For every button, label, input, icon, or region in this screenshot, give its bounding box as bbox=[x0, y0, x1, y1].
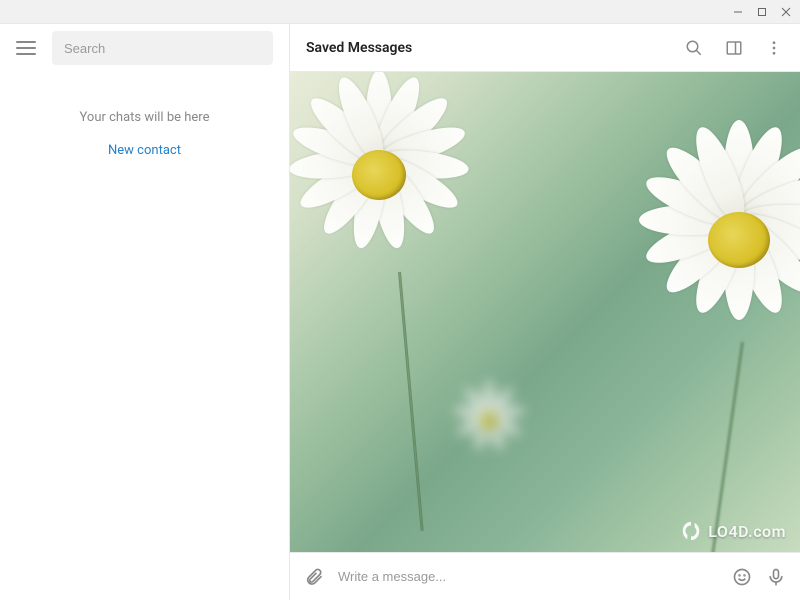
paperclip-icon bbox=[304, 567, 324, 587]
search-box[interactable] bbox=[52, 31, 273, 65]
minimize-button[interactable] bbox=[732, 6, 744, 18]
emoji-button[interactable] bbox=[732, 567, 752, 587]
new-contact-link[interactable]: New contact bbox=[0, 143, 289, 158]
watermark-logo-icon bbox=[680, 520, 702, 542]
search-icon bbox=[685, 39, 703, 57]
background-decoration bbox=[600, 102, 800, 382]
header-search-button[interactable] bbox=[684, 38, 704, 58]
chat-title: Saved Messages bbox=[306, 40, 684, 56]
voice-button[interactable] bbox=[766, 567, 786, 587]
attach-button[interactable] bbox=[304, 567, 324, 587]
chat-header: Saved Messages bbox=[290, 24, 800, 72]
maximize-button[interactable] bbox=[756, 6, 768, 18]
background-decoration bbox=[398, 272, 424, 531]
background-decoration bbox=[440, 372, 540, 472]
maximize-icon bbox=[757, 7, 767, 17]
chat-panel: Saved Messages bbox=[290, 24, 800, 600]
window-titlebar bbox=[0, 0, 800, 24]
more-button[interactable] bbox=[764, 38, 784, 58]
menu-icon bbox=[16, 41, 36, 43]
sidebar-header bbox=[0, 24, 289, 72]
emoji-icon bbox=[732, 567, 752, 587]
microphone-icon bbox=[766, 567, 786, 587]
minimize-icon bbox=[733, 7, 743, 17]
app-container: Your chats will be here New contact Save… bbox=[0, 24, 800, 600]
search-input[interactable] bbox=[64, 41, 261, 56]
menu-button[interactable] bbox=[16, 41, 36, 55]
chat-list-empty: Your chats will be here New contact bbox=[0, 72, 289, 600]
header-actions bbox=[684, 38, 784, 58]
more-vertical-icon bbox=[765, 39, 783, 57]
sidepanel-button[interactable] bbox=[724, 38, 744, 58]
sidepanel-icon bbox=[725, 39, 743, 57]
message-input[interactable] bbox=[338, 569, 718, 584]
empty-chats-label: Your chats will be here bbox=[0, 110, 289, 125]
watermark: LO4D.com bbox=[680, 520, 786, 542]
chat-background: LO4D.com bbox=[290, 72, 800, 552]
background-decoration bbox=[290, 72, 500, 292]
watermark-text: LO4D.com bbox=[708, 522, 786, 541]
close-icon bbox=[781, 7, 791, 17]
close-button[interactable] bbox=[780, 6, 792, 18]
sidebar: Your chats will be here New contact bbox=[0, 24, 290, 600]
message-input-bar bbox=[290, 552, 800, 600]
